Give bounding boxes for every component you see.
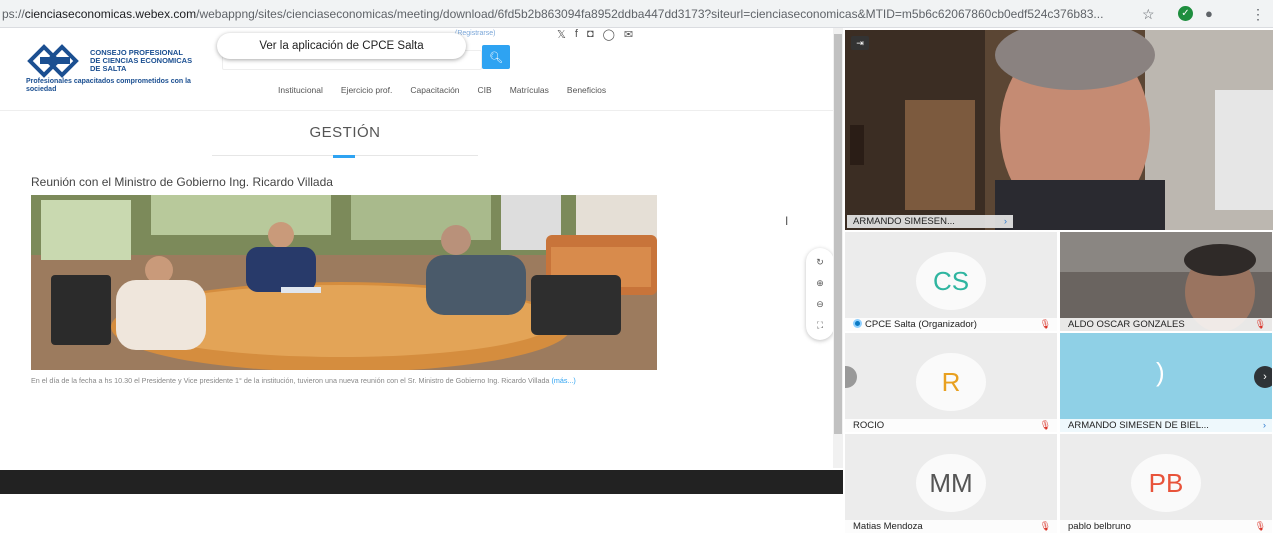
view-app-button[interactable]: Ver la aplicación de CPCE Salta: [217, 33, 466, 59]
participant-avatar: MM: [916, 454, 986, 512]
header-divider: [0, 110, 843, 111]
read-more-link[interactable]: (más...): [551, 376, 575, 385]
viewer-zoom-controls: ↻ ⊕ ⊖ ⛶: [806, 248, 834, 340]
participant-name: ALDO OSCAR GONZALES: [1060, 318, 1272, 331]
twitter-icon[interactable]: 𝕏: [557, 28, 566, 41]
participant-name: pablo belbruno: [1060, 520, 1272, 533]
participant-avatar: R: [916, 353, 986, 411]
participant-tile[interactable]: CS CPCE Salta (Organizador) 🎙︎: [845, 232, 1057, 331]
participant-name: ARMANDO SIMESEN DE BIEL... ›: [1060, 419, 1272, 432]
participant-name: Matias Mendoza: [845, 520, 1057, 533]
muted-mic-icon: 🎙︎: [1039, 521, 1051, 531]
previous-page-button[interactable]: [845, 366, 857, 388]
scrollbar-thumb[interactable]: [834, 34, 842, 434]
website-page: CONSEJO PROFESIONAL DE CIENCIAS ECONOMIC…: [0, 28, 843, 468]
logo-tagline: Profesionales capacitados comprometidos …: [26, 78, 191, 93]
facebook-icon[interactable]: f: [575, 28, 578, 41]
rotate-icon[interactable]: ↻: [816, 257, 824, 268]
participant-avatar: CS: [916, 252, 986, 310]
profile-icon[interactable]: ●: [1205, 6, 1213, 22]
article-caption: En el día de la fecha a hs 10.30 el Pres…: [31, 376, 576, 385]
main-navigation: Institucional Ejercicio prof. Capacitaci…: [278, 85, 624, 95]
nav-beneficios[interactable]: Beneficios: [567, 85, 606, 95]
article-photo[interactable]: [31, 195, 657, 370]
nav-cib[interactable]: CIB: [478, 85, 492, 95]
host-icon: [853, 319, 862, 328]
participant-tile[interactable]: ALDO OSCAR GONZALES 🎙︎: [1060, 232, 1272, 331]
bookmark-star-icon[interactable]: ☆: [1142, 6, 1155, 22]
participant-tile[interactable]: ) ARMANDO SIMESEN DE BIEL... › ›: [1060, 333, 1272, 432]
fit-screen-icon[interactable]: ⛶: [817, 320, 823, 331]
url-text[interactable]: ps://cienciaseconomicas.webex.com/webapp…: [0, 7, 1120, 21]
collapse-panel-icon[interactable]: ⇥: [851, 36, 869, 50]
speaker-audio-icon: ›: [1262, 420, 1266, 431]
title-accent: [333, 155, 355, 158]
participant-avatar: PB: [1131, 454, 1201, 512]
search-icon: 🔍︎: [489, 51, 503, 64]
muted-mic-icon: 🎙︎: [1039, 319, 1051, 329]
browser-menu-icon[interactable]: ⋮: [1251, 6, 1265, 22]
logo-text: CONSEJO PROFESIONAL DE CIENCIAS ECONOMIC…: [90, 48, 193, 73]
nav-institucional[interactable]: Institucional: [278, 85, 323, 95]
muted-mic-icon: 🎙︎: [1254, 521, 1266, 531]
nav-matriculas[interactable]: Matrículas: [510, 85, 549, 95]
nav-ejercicio[interactable]: Ejercicio prof.: [341, 85, 393, 95]
participant-name: ROCIO: [845, 419, 1057, 432]
mail-icon[interactable]: ✉: [624, 28, 633, 41]
muted-mic-icon: 🎙︎: [1254, 319, 1266, 329]
text-cursor-icon: I: [785, 214, 789, 228]
muted-mic-icon: 🎙︎: [1039, 420, 1051, 430]
participant-tile[interactable]: R ROCIO 🎙︎: [845, 333, 1057, 432]
speaking-indicator-icon: ): [1156, 357, 1165, 387]
participant-name: CPCE Salta (Organizador): [845, 318, 1057, 331]
extension-check-icon[interactable]: ✓: [1178, 6, 1193, 21]
site-footer: [0, 470, 843, 494]
instagram-icon[interactable]: ◘: [587, 28, 594, 41]
article-title[interactable]: Reunión con el Ministro de Gobierno Ing.…: [31, 175, 333, 189]
meeting-video-panel: ⇥ ARMANDO SIMESEN... › CS CPCE Salta (Or…: [843, 28, 1273, 537]
participant-tile[interactable]: PB pablo belbruno 🎙︎: [1060, 434, 1272, 533]
active-speaker-video[interactable]: ⇥: [845, 30, 1273, 230]
participant-tile[interactable]: MM Matias Mendoza 🎙︎: [845, 434, 1057, 533]
zoom-in-icon[interactable]: ⊕: [816, 278, 824, 289]
browser-address-bar[interactable]: ps://cienciaseconomicas.webex.com/webapp…: [0, 0, 1273, 28]
cpce-logo-mark-icon: [27, 44, 79, 78]
section-title: GESTIÓN: [309, 124, 381, 141]
whatsapp-icon[interactable]: ◯: [603, 28, 615, 41]
zoom-out-icon[interactable]: ⊖: [816, 299, 824, 310]
next-page-button[interactable]: ›: [1254, 366, 1272, 388]
nav-capacitacion[interactable]: Capacitación: [410, 85, 459, 95]
speaker-audio-icon: ›: [1003, 216, 1007, 227]
social-links: 𝕏 f ◘ ◯ ✉: [557, 28, 633, 41]
search-button[interactable]: 🔍︎: [482, 45, 510, 69]
active-speaker-name: ARMANDO SIMESEN... ›: [847, 215, 1013, 228]
